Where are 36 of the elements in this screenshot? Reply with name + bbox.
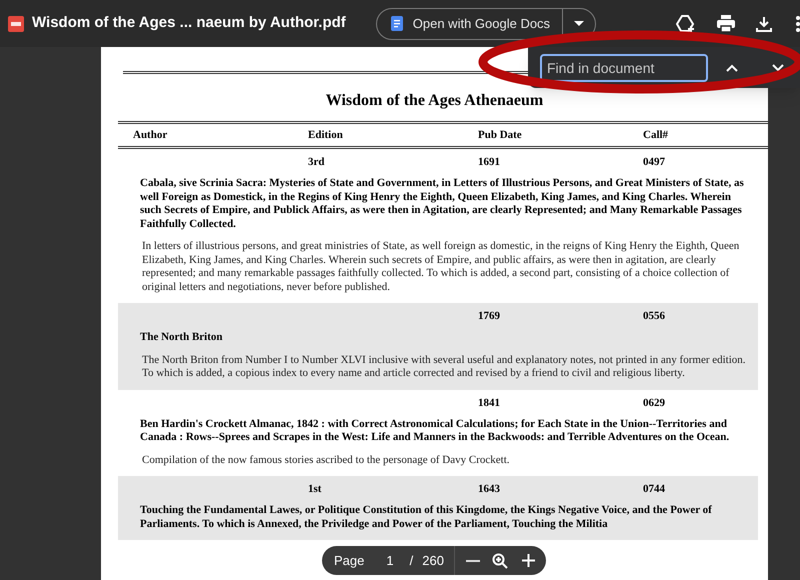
record-title: The North Briton	[139, 331, 224, 344]
column-header: Call#	[643, 128, 668, 141]
page-number-field[interactable]: 1	[386, 550, 394, 570]
print-icon[interactable]	[716, 14, 736, 32]
chevron-up-icon[interactable]	[726, 64, 738, 72]
zoom-icon[interactable]	[492, 552, 508, 568]
file-title: Wisdom of the Ages ... naeum by Author.pdf	[32, 13, 346, 34]
record-title: Cabala, sive Scrinia Sacra: Mysteries of State and Government, in Letters of Illustrious Persons, and Great Ministers of State, as well Foreign as Domestick, in the Regins of King Henry the Eighth, Queen Elizabeth, King James, and King Charles. Wherein such Secrets of Empire, and Publick Affairs, as were then in Agitation, are clearly Represented; and Many Remarkable Passages Faithfully Collected.	[139, 177, 745, 231]
pub-date-value: 1643	[478, 483, 500, 495]
page-total: 260	[422, 552, 444, 570]
column-header: Pub Date	[478, 128, 522, 141]
pub-date-value: 1841	[478, 396, 500, 408]
call-number-value: 0744	[643, 483, 665, 495]
page-separator: /	[410, 552, 414, 570]
call-number-value: 0556	[643, 310, 665, 322]
column-header: Edition	[308, 128, 343, 141]
zoom-in-icon[interactable]	[522, 554, 535, 567]
document-icon	[390, 16, 403, 31]
call-number-value: 0629	[643, 396, 665, 408]
record-description: In letters of illustrious persons, and great ministries of State, as well foreign as domestic, in the reigns of King Henry the Eighth, Queen Elizabeth, King James, and King Charles. Wherein such secrets of Empire, and public affairs, as were then in agitation, are clearly represented; and many remarkable passages faithfully collected. To which is added, a second part, consisting of a choice collection of original letters and negotiations, never before published.	[141, 240, 740, 294]
edition-value: 1st	[308, 483, 322, 495]
chevron-down-icon[interactable]	[772, 64, 784, 72]
record-description: Compilation of the now famous stories ascribed to the personage of Davy Crockett.	[141, 454, 510, 467]
pub-date-value: 1691	[478, 156, 500, 168]
call-number-value: 0497	[643, 156, 665, 168]
column-header: Author	[132, 128, 168, 141]
record-description: The North Briton from Number I to Number XLVI inclusive with several useful and explanatory notes, not printed in any former edition. To which is added, a copious index to every name and article corrected and revised by a friend to civil and religious liberty.	[141, 354, 747, 380]
edition-value: 3rd	[308, 156, 324, 168]
pdf-file-icon	[8, 16, 24, 32]
find-field[interactable]: Find in document	[540, 54, 708, 82]
document-title: Wisdom of the Ages Athenaeum	[324, 91, 544, 111]
page-label: Page	[334, 552, 364, 570]
pub-date-value: 1769	[478, 310, 500, 322]
record-title: Ben Hardin's Crockett Almanac, 1842 : with Correct Astronomical Calculations; for Each State in the Union--Territories and Canada : Rows--Sprees and Scrapes in the West: Life and Manners in the Backwoods: and Terrible Adventures on the Ocean.	[139, 418, 730, 444]
record-title: Touching the Fundamental Lawes, or Politique Constitution of this Kingdome, the Kings Negative Voice, and the Power of Parliaments. To which is Annexed, the Priviledge and Power of the Parliament, Touching the Militia	[139, 504, 713, 531]
download-icon[interactable]	[756, 16, 772, 32]
